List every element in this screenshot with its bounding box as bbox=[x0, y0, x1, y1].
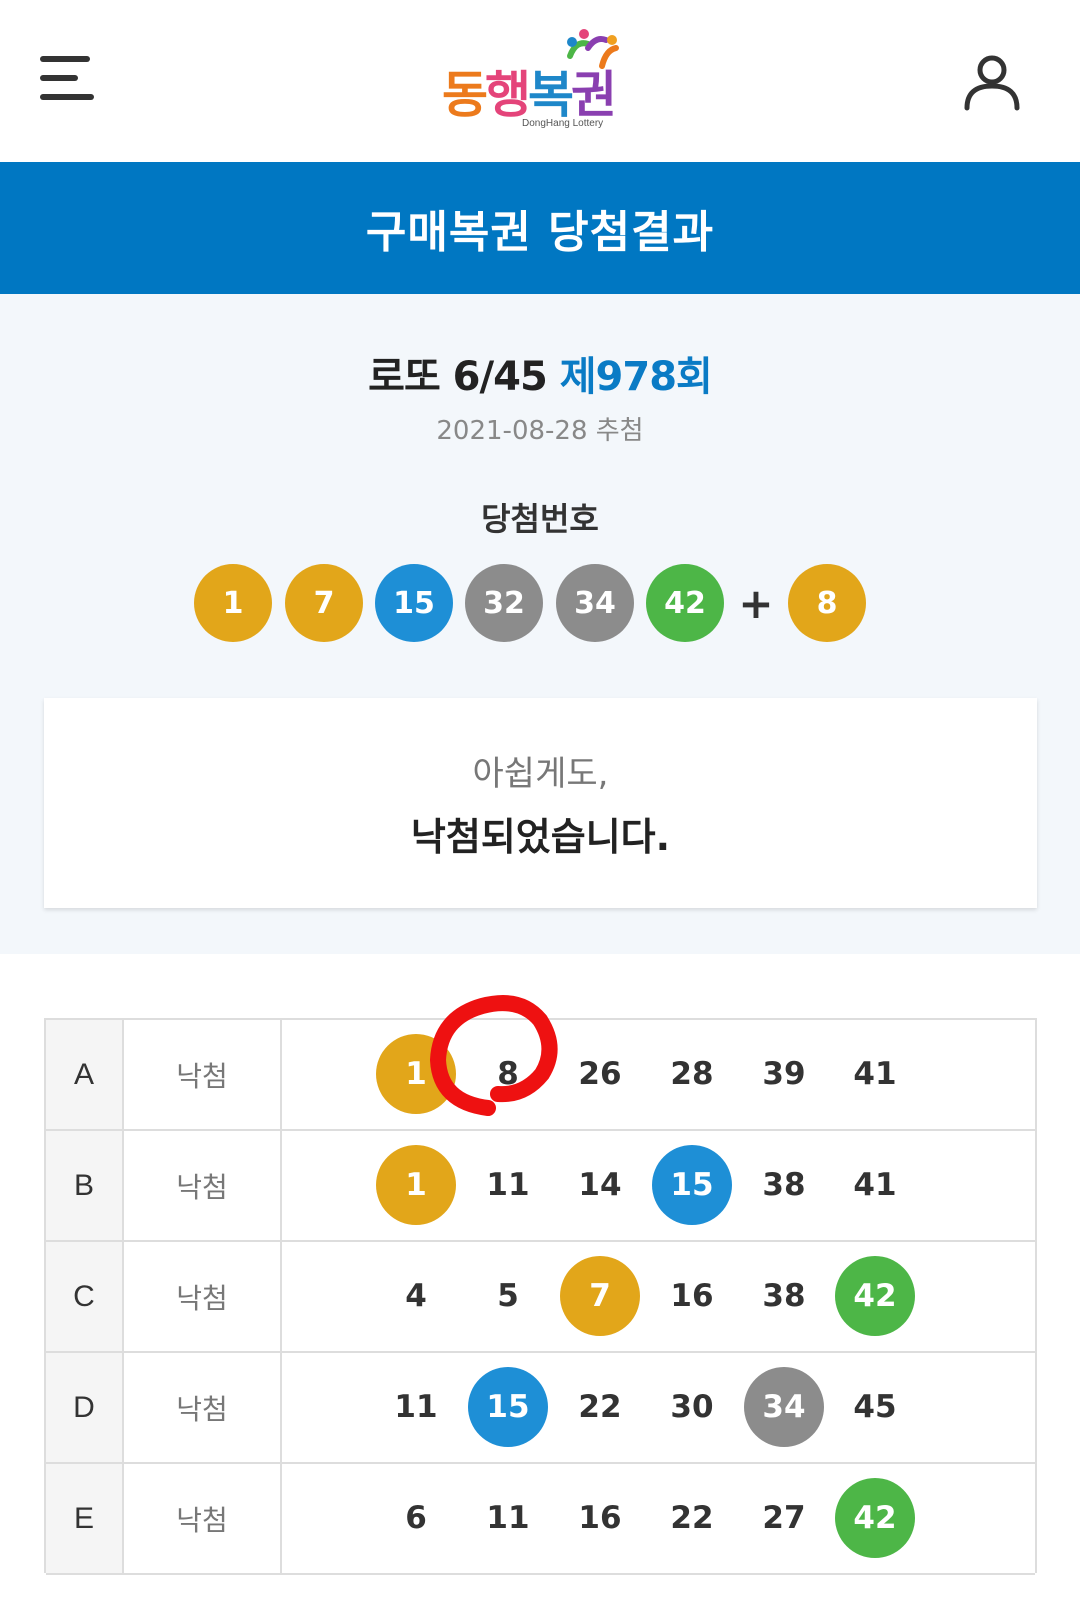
ticket-number: 22 bbox=[578, 1389, 622, 1425]
winning-ball: 42 bbox=[646, 564, 724, 642]
ticket-number: 30 bbox=[670, 1389, 714, 1425]
ticket-number: 42 bbox=[835, 1478, 915, 1558]
game-result: 낙첨 bbox=[124, 1131, 282, 1240]
ticket-number: 27 bbox=[762, 1500, 806, 1536]
winning-numbers: 1 7 15 32 34 42 + 8 bbox=[0, 564, 1080, 642]
ticket-number: 5 bbox=[497, 1278, 519, 1314]
game-label: D bbox=[46, 1353, 124, 1462]
ticket-number: 38 bbox=[762, 1167, 806, 1203]
ticket-table: A 낙첨 1 8 26 28 39 41 B 낙첨 1 11 14 15 38 … bbox=[44, 1018, 1037, 1575]
ticket-row: D 낙첨 11 15 22 30 34 45 bbox=[46, 1353, 1035, 1464]
ticket-number: 6 bbox=[405, 1500, 427, 1536]
ticket-number: 26 bbox=[578, 1056, 622, 1092]
winning-ball: 1 bbox=[194, 564, 272, 642]
ticket-number: 7 bbox=[560, 1256, 640, 1336]
user-account-icon[interactable] bbox=[962, 52, 1022, 112]
ticket-row: A 낙첨 1 8 26 28 39 41 bbox=[46, 1020, 1035, 1131]
winning-numbers-label: 당첨번호 bbox=[481, 500, 599, 538]
winning-ball: 32 bbox=[465, 564, 543, 642]
game-label: C bbox=[46, 1242, 124, 1351]
game-result: 낙첨 bbox=[124, 1464, 282, 1573]
game-result: 낙첨 bbox=[124, 1020, 282, 1129]
game-result: 낙첨 bbox=[124, 1242, 282, 1351]
logo-wordmark: 동행복권 bbox=[442, 66, 617, 124]
app-header: 동행복권 DongHang Lottery bbox=[0, 0, 1080, 162]
round-title: 로또 6/45 제978회 bbox=[0, 344, 1080, 402]
winning-ball: 34 bbox=[556, 564, 634, 642]
game-name: 로또 6/45 bbox=[368, 354, 548, 400]
game-label: E bbox=[46, 1464, 124, 1573]
winning-ball: 15 bbox=[375, 564, 453, 642]
ticket-number: 39 bbox=[762, 1056, 806, 1092]
ticket-row: E 낙첨 6 11 16 22 27 42 bbox=[46, 1464, 1035, 1575]
logo-subtitle: DongHang Lottery bbox=[522, 118, 604, 129]
ticket-number: 42 bbox=[835, 1256, 915, 1336]
donghang-lottery-logo[interactable]: 동행복권 DongHang Lottery bbox=[430, 26, 640, 138]
ticket-number: 15 bbox=[468, 1367, 548, 1447]
winning-ball: 7 bbox=[285, 564, 363, 642]
game-label: A bbox=[46, 1020, 124, 1129]
ticket-number: 14 bbox=[578, 1167, 622, 1203]
round-number: 제978회 bbox=[559, 354, 713, 400]
hamburger-menu-icon[interactable] bbox=[40, 56, 96, 108]
ticket-number: 34 bbox=[744, 1367, 824, 1447]
ticket-number: 1 bbox=[376, 1145, 456, 1225]
ticket-number: 8 bbox=[497, 1056, 519, 1092]
ticket-number: 16 bbox=[578, 1500, 622, 1536]
game-label: B bbox=[46, 1131, 124, 1240]
bonus-ball: 8 bbox=[788, 564, 866, 642]
ticket-number: 16 bbox=[670, 1278, 714, 1314]
page-title-bar: 구매복권 당첨결과 bbox=[0, 162, 1080, 294]
ticket-number: 1 bbox=[376, 1034, 456, 1114]
game-result: 낙첨 bbox=[124, 1353, 282, 1462]
plus-sign: + bbox=[738, 578, 774, 628]
ticket-row: C 낙첨 4 5 7 16 38 42 bbox=[46, 1242, 1035, 1353]
result-message-line1: 아쉽게도, bbox=[472, 754, 609, 794]
ticket-number: 22 bbox=[670, 1500, 714, 1536]
page-title: 구매복권 당첨결과 bbox=[365, 207, 715, 258]
ticket-row: B 낙첨 1 11 14 15 38 41 bbox=[46, 1131, 1035, 1242]
draw-info-section: 로또 6/45 제978회 2021-08-28 추첨 당첨번호 1 7 15 … bbox=[0, 294, 1080, 954]
result-message-line2: 낙첨되었습니다. bbox=[410, 815, 671, 859]
draw-date: 2021-08-28 추첨 bbox=[436, 416, 644, 446]
ticket-number: 41 bbox=[853, 1167, 897, 1203]
ticket-number: 15 bbox=[652, 1145, 732, 1225]
ticket-number: 28 bbox=[670, 1056, 714, 1092]
ticket-number: 11 bbox=[486, 1167, 530, 1203]
result-message-card: 아쉽게도, 낙첨되었습니다. bbox=[44, 698, 1037, 908]
ticket-number: 41 bbox=[853, 1056, 897, 1092]
ticket-number: 11 bbox=[394, 1389, 438, 1425]
ticket-number: 11 bbox=[486, 1500, 530, 1536]
ticket-number: 45 bbox=[853, 1389, 897, 1425]
ticket-number: 38 bbox=[762, 1278, 806, 1314]
ticket-number: 4 bbox=[405, 1278, 427, 1314]
